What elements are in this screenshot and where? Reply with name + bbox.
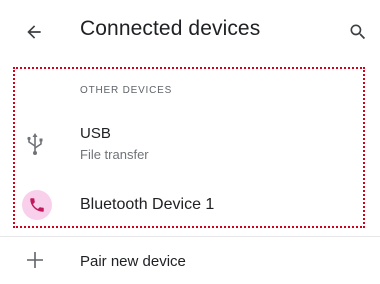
search-button[interactable] [344, 18, 372, 46]
device-icon-badge [22, 190, 52, 220]
bluetooth-device-item[interactable]: Bluetooth Device 1 [0, 183, 380, 229]
arrow-back-icon [27, 25, 41, 39]
pair-new-device-label: Pair new device [80, 253, 186, 270]
phone-icon [30, 198, 44, 212]
divider [0, 236, 380, 237]
pair-new-device-item[interactable]: Pair new device [0, 240, 380, 284]
usb-title: USB [80, 125, 111, 142]
app-bar: Connected devices [0, 0, 380, 60]
bluetooth-device-title: Bluetooth Device 1 [80, 196, 215, 213]
section-header-other-devices: OTHER DEVICES [80, 85, 173, 96]
usb-device-item[interactable]: USB File transfer [0, 118, 380, 172]
page-title: Connected devices [80, 17, 261, 40]
search-icon [350, 24, 366, 40]
plus-icon [27, 252, 43, 268]
back-button[interactable] [20, 18, 48, 46]
usb-subtitle: File transfer [80, 147, 149, 162]
usb-icon [27, 133, 43, 155]
